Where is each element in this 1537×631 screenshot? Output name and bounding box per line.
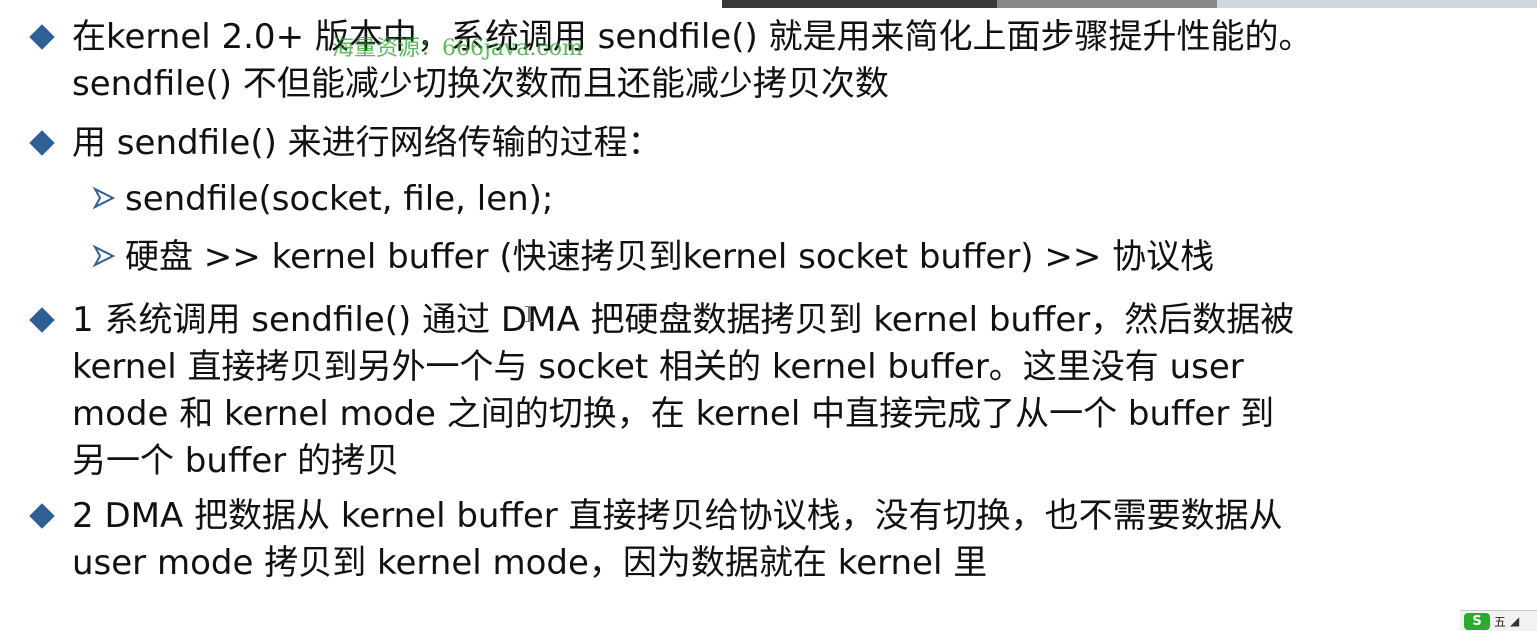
- top-progress-strip: [722, 0, 1537, 8]
- bullet-2: 用 sendfile() 来进行网络传输的过程：: [0, 120, 1537, 167]
- bullet-1: 在kernel 2.0+ 版本中，系统调用 sendfile() 就是用来简化上…: [0, 14, 1537, 108]
- input-method-label[interactable]: 五: [1494, 613, 1506, 630]
- arrowhead-bullet-icon: [92, 244, 116, 268]
- bullet-2-text: 用 sendfile() 来进行网络传输的过程：: [72, 123, 662, 163]
- input-method-logo-icon[interactable]: S: [1464, 612, 1490, 630]
- diamond-bullet-icon: [29, 130, 55, 156]
- tray-expand-icon[interactable]: ◢: [1510, 614, 1519, 628]
- bullet-1-line-2: sendfile() 不但能减少切换次数而且还能减少拷贝次数: [72, 64, 889, 104]
- progress-segment-mid: [997, 0, 1217, 8]
- bullet-4: 2 DMA 把数据从 kernel buffer 直接拷贝给协议栈，没有切换，也…: [0, 493, 1537, 587]
- progress-segment-dark: [722, 0, 997, 8]
- arrowhead-bullet-icon: [92, 186, 116, 210]
- sub-bullet-2: 硬盘 >> kernel buffer (快速拷贝到kernel socket …: [0, 228, 1537, 286]
- bullet-4-line-1: 2 DMA 把数据从 kernel buffer 直接拷贝给协议栈，没有切换，也…: [72, 496, 1283, 536]
- text-cursor-icon: [525, 306, 533, 322]
- diamond-bullet-icon: [29, 307, 55, 333]
- bullet-3-line-3: mode 和 kernel mode 之间的切换，在 kernel 中直接完成了…: [72, 394, 1275, 434]
- progress-segment-light: [1217, 0, 1537, 8]
- sub-bullet-1: sendfile(socket, file, len);: [0, 170, 1537, 228]
- bullet-3: 1 系统调用 sendfile() 通过 DMA 把硬盘数据拷贝到 kernel…: [0, 297, 1537, 485]
- watermark: 海量资源：666java.com: [332, 36, 583, 61]
- diamond-bullet-icon: [29, 24, 55, 50]
- bullet-1-line-1: 在kernel 2.0+ 版本中，系统调用 sendfile() 就是用来简化上…: [72, 17, 1313, 57]
- slide-content: 在kernel 2.0+ 版本中，系统调用 sendfile() 就是用来简化上…: [0, 14, 1537, 587]
- sub-bullet-1-text: sendfile(socket, file, len);: [125, 179, 554, 219]
- sub-bullet-2-text: 硬盘 >> kernel buffer (快速拷贝到kernel socket …: [125, 237, 1215, 277]
- bullet-3-line-2: kernel 直接拷贝到另外一个与 socket 相关的 kernel buff…: [72, 347, 1244, 387]
- bullet-3-line-4: 另一个 buffer 的拷贝: [72, 441, 400, 481]
- bullet-3-line-1: 1 系统调用 sendfile() 通过 DMA 把硬盘数据拷贝到 kernel…: [72, 300, 1295, 340]
- diamond-bullet-icon: [29, 503, 55, 529]
- bullet-4-line-2: user mode 拷贝到 kernel mode，因为数据就在 kernel …: [72, 543, 988, 583]
- system-tray: S 五 ◢: [1460, 610, 1537, 631]
